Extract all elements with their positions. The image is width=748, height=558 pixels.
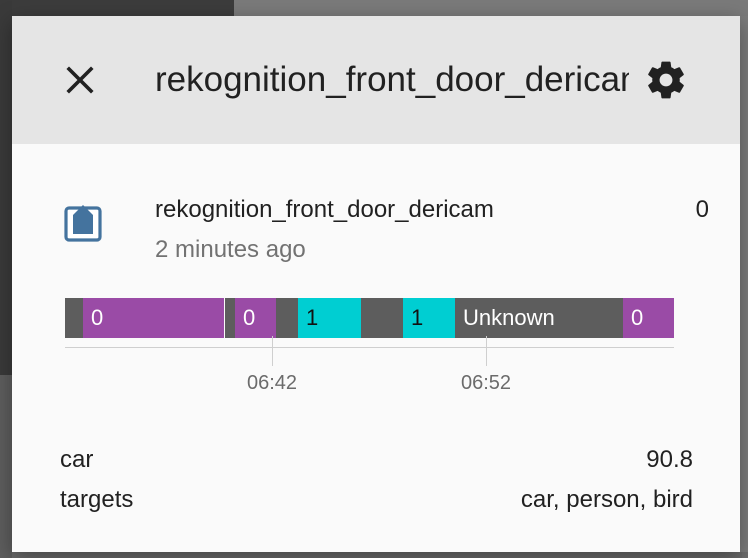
timeline-axis <box>65 347 674 348</box>
close-icon <box>66 66 94 94</box>
background-page-bottom <box>12 552 742 558</box>
entity-icon <box>62 200 106 244</box>
timeline-segment[interactable] <box>276 298 299 338</box>
timeline-tick <box>486 336 487 366</box>
attribute-value: 90.8 <box>646 446 693 473</box>
timeline-tick-label: 06:42 <box>246 372 298 394</box>
settings-button[interactable] <box>644 58 688 102</box>
attribute-row-targets: targets car, person, bird <box>60 486 693 514</box>
gear-icon <box>648 61 684 99</box>
camera-frame-icon <box>64 205 102 242</box>
timeline-segment[interactable]: 0 <box>235 298 276 338</box>
timeline-segment[interactable] <box>225 298 235 338</box>
timeline-segment[interactable] <box>361 298 403 338</box>
more-info-dialog: rekognition_front_door_dericam rekogniti… <box>12 16 740 552</box>
attribute-name: targets <box>60 486 134 513</box>
timeline-segment[interactable]: 0 <box>623 298 674 338</box>
timeline-segment[interactable] <box>65 298 83 338</box>
timeline-segment[interactable]: 1 <box>298 298 361 338</box>
entity-state: 0 <box>695 196 709 223</box>
timeline-tick-label: 06:52 <box>460 372 512 394</box>
background-page-top <box>12 0 234 16</box>
entity-name: rekognition_front_door_dericam <box>155 196 494 223</box>
background-page-right <box>740 16 748 552</box>
dialog-header: rekognition_front_door_dericam <box>12 16 740 144</box>
timeline-segment[interactable]: 0 <box>83 298 224 338</box>
background-page-left <box>0 0 12 375</box>
dialog-title: rekognition_front_door_dericam <box>155 60 629 99</box>
timeline-segment[interactable]: Unknown <box>455 298 624 338</box>
background-page-left-lower <box>0 375 12 558</box>
background-page-top-right <box>234 0 748 16</box>
attribute-row-car: car 90.8 <box>60 446 693 474</box>
timeline-tick <box>272 336 273 366</box>
timeline-segment[interactable]: 1 <box>403 298 455 338</box>
attribute-value: car, person, bird <box>520 486 693 513</box>
attribute-name: car <box>60 446 94 473</box>
close-button[interactable] <box>60 60 100 100</box>
history-timeline[interactable]: 0 0 1 1 Unknown 0 <box>65 298 674 338</box>
entity-last-changed: 2 minutes ago <box>155 236 306 263</box>
